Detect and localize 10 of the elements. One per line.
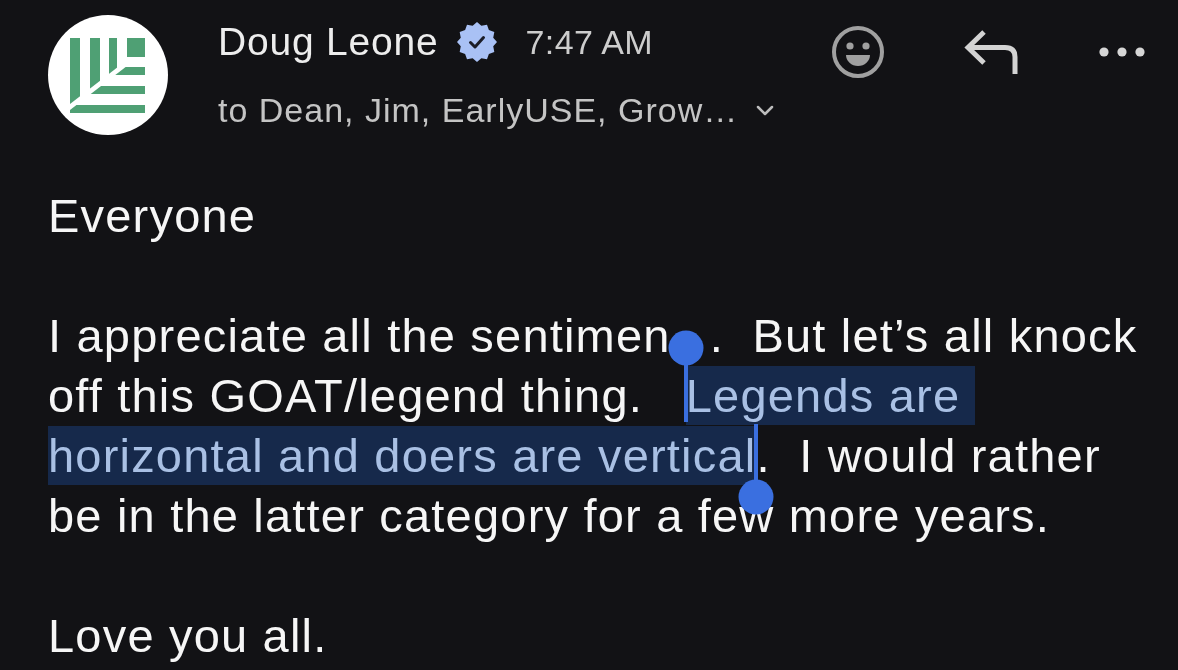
timestamp: 7:47 AM [525, 22, 654, 63]
recipients-button[interactable]: to Dean, Jim, EarlyUSE, Grow… [218, 88, 775, 132]
chevron-down-icon [756, 104, 775, 116]
message-line: Love you all. [48, 608, 329, 664]
logo-icon [48, 15, 168, 135]
more-icon [1099, 47, 1145, 57]
message-line: Everyone [48, 188, 258, 244]
reply-icon [963, 29, 1021, 75]
sender-name: Doug Leone [218, 20, 439, 64]
smiley-icon [831, 25, 885, 79]
